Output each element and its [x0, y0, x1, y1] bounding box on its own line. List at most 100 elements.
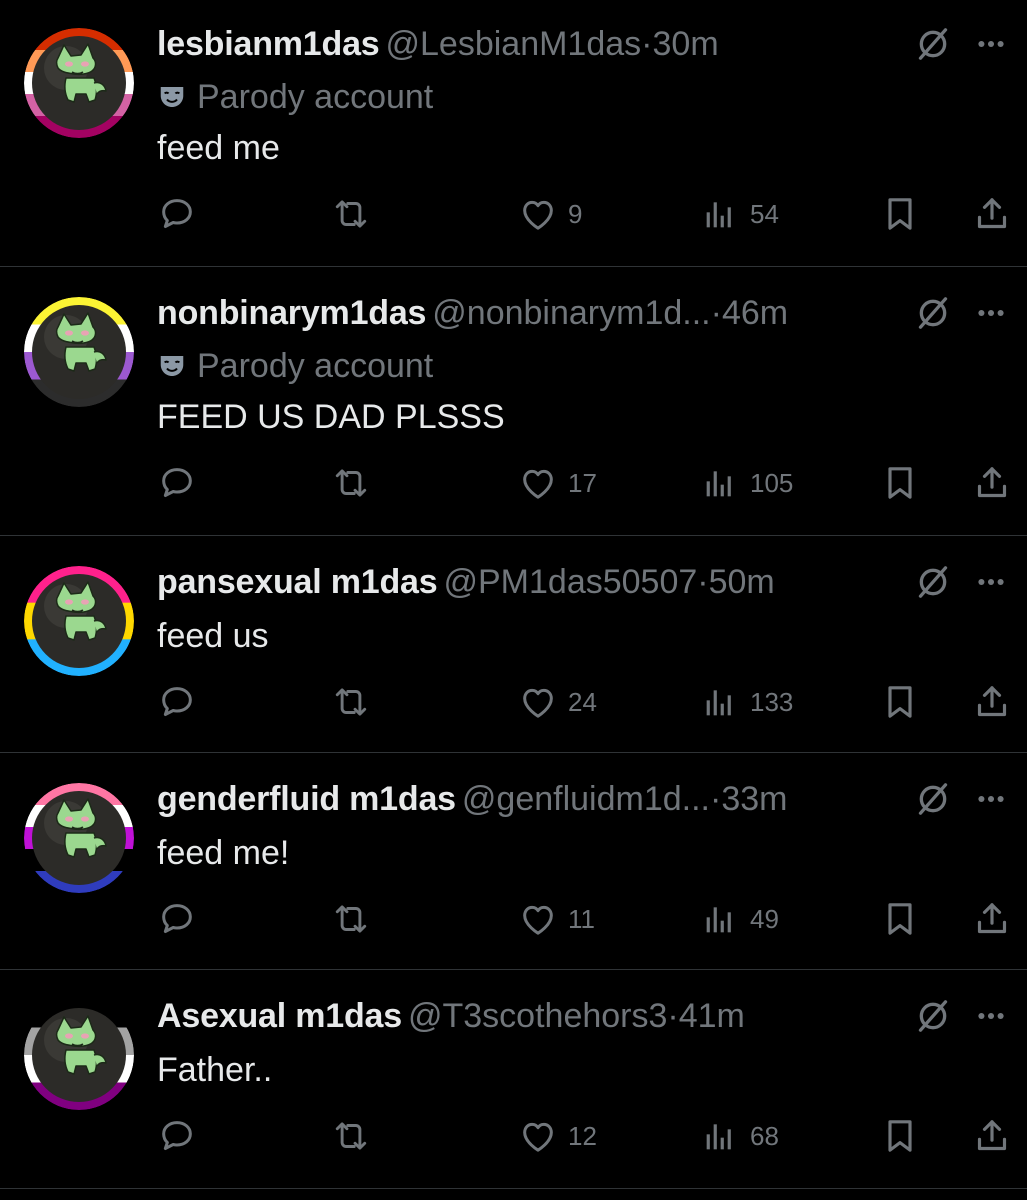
post-time[interactable]: 41m	[679, 997, 745, 1035]
display-name[interactable]: Asexual m1das	[157, 997, 402, 1035]
views-icon	[700, 1116, 740, 1156]
repost-button[interactable]	[330, 897, 372, 941]
post-header: Asexual m1das @T3scothehors3·41m	[157, 994, 745, 1038]
parody-label: Parody account	[157, 346, 433, 386]
user-handle[interactable]: @LesbianM1das	[386, 25, 642, 63]
display-name[interactable]: pansexual m1das	[157, 563, 438, 601]
user-handle[interactable]: @T3scothehors3	[408, 997, 667, 1035]
share-icon	[972, 1116, 1012, 1156]
reply-icon	[157, 194, 197, 234]
reply-icon	[157, 463, 197, 503]
post-time[interactable]: 33m	[721, 780, 787, 818]
post-header: lesbianm1das @LesbianM1das·30m	[157, 22, 719, 66]
more-icon[interactable]	[975, 24, 1007, 64]
more-icon[interactable]	[975, 996, 1007, 1036]
grok-icon[interactable]	[913, 24, 953, 64]
bookmark-icon	[880, 682, 920, 722]
bookmark-button[interactable]	[880, 680, 920, 724]
post-time[interactable]: 50m	[709, 563, 775, 601]
views-button[interactable]: 49	[700, 897, 779, 941]
views-icon	[700, 899, 740, 939]
like-count: 24	[568, 686, 597, 717]
like-button[interactable]: 24	[518, 680, 597, 724]
more-icon[interactable]	[975, 779, 1007, 819]
share-button[interactable]	[972, 680, 1012, 724]
like-count: 17	[568, 467, 597, 498]
post-header: pansexual m1das @PM1das50507·50m	[157, 560, 775, 604]
post-text: feed me!	[157, 834, 290, 872]
more-icon[interactable]	[975, 562, 1007, 602]
repost-button[interactable]	[330, 461, 372, 505]
reply-icon	[157, 682, 197, 722]
more-icon[interactable]	[975, 293, 1007, 333]
views-button[interactable]: 133	[700, 680, 793, 724]
repost-button[interactable]	[330, 1114, 372, 1158]
bookmark-button[interactable]	[880, 192, 920, 236]
like-button[interactable]: 9	[518, 192, 582, 236]
post-divider	[0, 1188, 1027, 1189]
post-text: feed me	[157, 129, 280, 167]
share-button[interactable]	[972, 897, 1012, 941]
repost-button[interactable]	[330, 192, 372, 236]
reply-button[interactable]	[157, 680, 197, 724]
post-time[interactable]: 30m	[653, 25, 719, 63]
view-count: 54	[750, 198, 779, 229]
repost-button[interactable]	[330, 680, 372, 724]
separator-dot: ·	[697, 563, 709, 601]
user-handle[interactable]: @PM1das50507	[443, 563, 697, 601]
bookmark-icon	[880, 463, 920, 503]
share-button[interactable]	[972, 461, 1012, 505]
bookmark-icon	[880, 1116, 920, 1156]
reply-button[interactable]	[157, 461, 197, 505]
parody-label: Parody account	[157, 77, 433, 117]
separator-dot: ·	[641, 25, 653, 63]
repost-icon	[330, 463, 372, 503]
like-count: 11	[568, 903, 595, 934]
heart-icon	[518, 1116, 558, 1156]
separator-dot: ·	[667, 997, 679, 1035]
avatar[interactable]	[24, 1000, 134, 1110]
heart-icon	[518, 194, 558, 234]
user-handle[interactable]: @nonbinarym1d...	[432, 294, 710, 332]
reply-button[interactable]	[157, 1114, 197, 1158]
reply-button[interactable]	[157, 192, 197, 236]
grok-icon[interactable]	[913, 562, 953, 602]
like-button[interactable]: 12	[518, 1114, 597, 1158]
reply-button[interactable]	[157, 897, 197, 941]
avatar[interactable]	[24, 783, 134, 893]
user-handle[interactable]: @genfluidm1d...	[462, 780, 710, 818]
bookmark-button[interactable]	[880, 897, 920, 941]
display-name[interactable]: genderfluid m1das	[157, 780, 456, 818]
grok-icon[interactable]	[913, 779, 953, 819]
views-button[interactable]: 105	[700, 461, 793, 505]
display-name[interactable]: lesbianm1das	[157, 25, 380, 63]
bookmark-button[interactable]	[880, 1114, 920, 1158]
grok-icon[interactable]	[913, 996, 953, 1036]
post-header: genderfluid m1das @genfluidm1d...·33m	[157, 777, 787, 821]
views-icon	[700, 194, 740, 234]
repost-icon	[330, 899, 372, 939]
repost-icon	[330, 1116, 372, 1156]
views-button[interactable]: 54	[700, 192, 779, 236]
bookmark-icon	[880, 899, 920, 939]
view-count: 68	[750, 1120, 779, 1151]
post-header: nonbinarym1das @nonbinarym1d...·46m	[157, 291, 788, 335]
share-icon	[972, 899, 1012, 939]
views-button[interactable]: 68	[700, 1114, 779, 1158]
parody-text: Parody account	[197, 347, 434, 385]
post-divider	[0, 535, 1027, 536]
avatar[interactable]	[24, 566, 134, 676]
share-button[interactable]	[972, 1114, 1012, 1158]
avatar[interactable]	[24, 297, 134, 407]
like-button[interactable]: 17	[518, 461, 597, 505]
bookmark-button[interactable]	[880, 461, 920, 505]
post-time[interactable]: 46m	[722, 294, 788, 332]
bookmark-icon	[880, 194, 920, 234]
share-button[interactable]	[972, 192, 1012, 236]
reply-icon	[157, 1116, 197, 1156]
like-button[interactable]: 11	[518, 897, 595, 941]
avatar[interactable]	[24, 28, 134, 138]
grok-icon[interactable]	[913, 293, 953, 333]
display-name[interactable]: nonbinarym1das	[157, 294, 426, 332]
repost-icon	[330, 682, 372, 722]
